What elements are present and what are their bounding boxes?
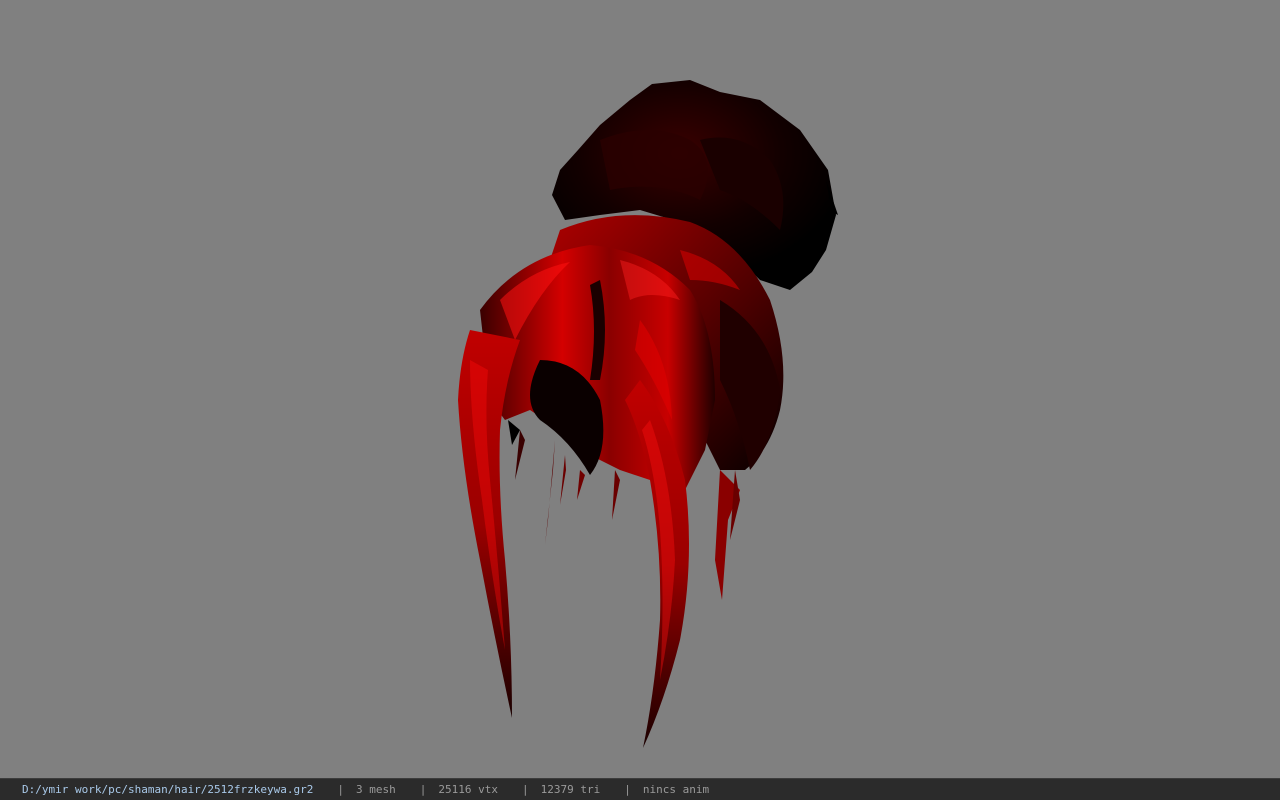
status-bar: D:/ymir work/pc/shaman/hair/2512frzkeywa… xyxy=(0,778,1280,800)
status-separator: | xyxy=(337,783,345,796)
status-separator: | xyxy=(624,783,631,796)
status-separator: | xyxy=(419,783,427,796)
vertex-count: 25116 vtx xyxy=(438,783,499,796)
file-path: D:/ymir work/pc/shaman/hair/2512frzkeywa… xyxy=(22,783,314,796)
3d-viewport[interactable] xyxy=(0,0,1280,778)
animation-status: nincs anim xyxy=(642,783,710,796)
mesh-count: 3 mesh xyxy=(356,783,396,796)
hair-model[interactable] xyxy=(0,0,1280,778)
triangle-count: 12379 tri xyxy=(540,783,601,796)
status-separator: | xyxy=(522,783,529,796)
